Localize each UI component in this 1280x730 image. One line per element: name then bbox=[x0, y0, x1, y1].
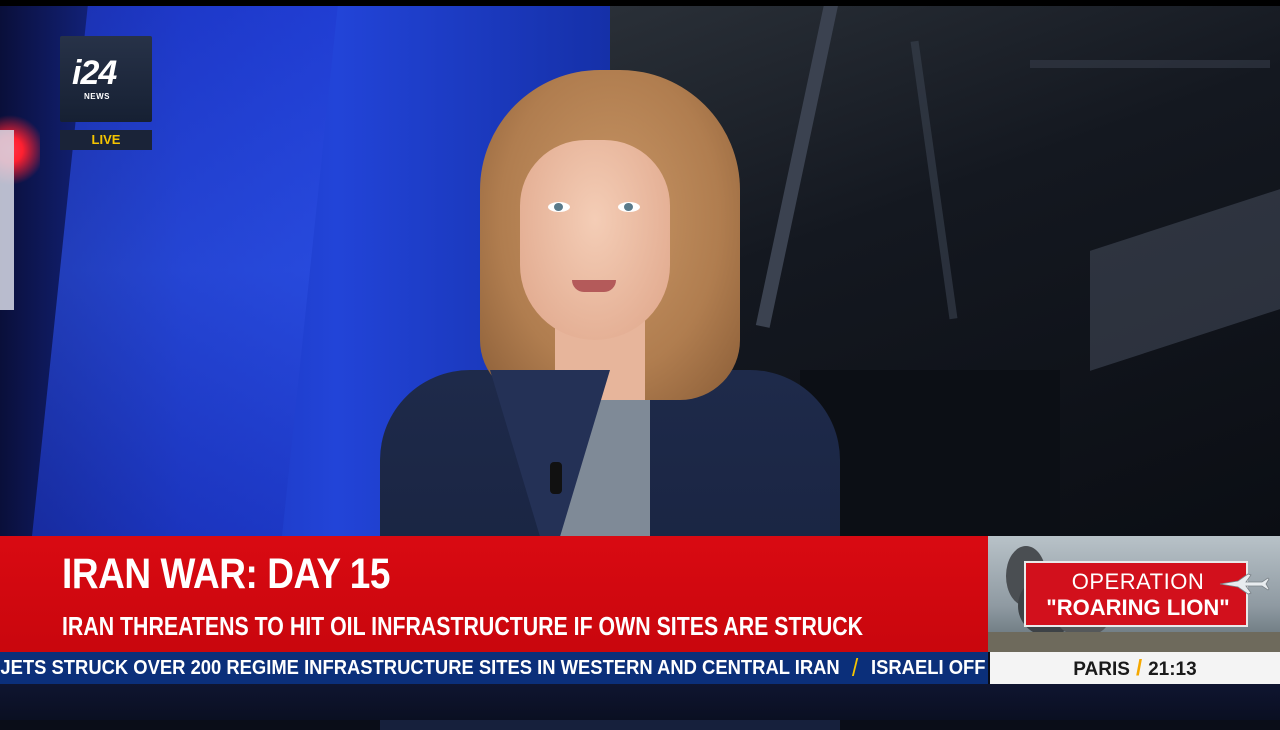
ticker-item: ISRAELI OFF bbox=[871, 657, 986, 679]
ticker-separator bbox=[852, 658, 859, 676]
channel-logo: i24 NEWS bbox=[60, 36, 152, 122]
logo-text: i24 bbox=[72, 54, 117, 92]
eye-right bbox=[618, 202, 640, 212]
monitor-edge bbox=[0, 130, 14, 310]
bottom-strip bbox=[0, 684, 1280, 720]
eye-left bbox=[548, 202, 570, 212]
mouth bbox=[572, 280, 616, 292]
promo-line-2: "ROARING LION" bbox=[1046, 595, 1230, 620]
subheadline: IRAN THREATENS TO HIT OIL INFRASTRUCTURE… bbox=[62, 611, 864, 641]
live-badge: LIVE bbox=[60, 130, 152, 150]
fighter-jet-icon bbox=[1219, 573, 1270, 595]
headline: IRAN WAR: DAY 15 bbox=[62, 550, 391, 598]
logo-subtext: NEWS bbox=[84, 92, 110, 101]
presenter-face bbox=[520, 140, 670, 340]
clock-city: PARIS bbox=[1073, 659, 1130, 680]
ticker-item: R JETS STRUCK OVER 200 REGIME INFRASTRUC… bbox=[0, 657, 840, 679]
promo-line-1: OPERATION bbox=[1071, 569, 1205, 594]
city-clock: PARIS/21:13 bbox=[990, 652, 1280, 684]
clock-separator: / bbox=[1135, 655, 1143, 680]
clock-time: 21:13 bbox=[1148, 659, 1197, 680]
top-letterbox bbox=[0, 0, 1280, 6]
operation-promo-card: OPERATION "ROARING LION" bbox=[1024, 561, 1248, 627]
ticker-text: R JETS STRUCK OVER 200 REGIME INFRASTRUC… bbox=[0, 657, 986, 680]
lapel-microphone bbox=[550, 462, 562, 494]
news-ticker: R JETS STRUCK OVER 200 REGIME INFRASTRUC… bbox=[0, 652, 988, 684]
